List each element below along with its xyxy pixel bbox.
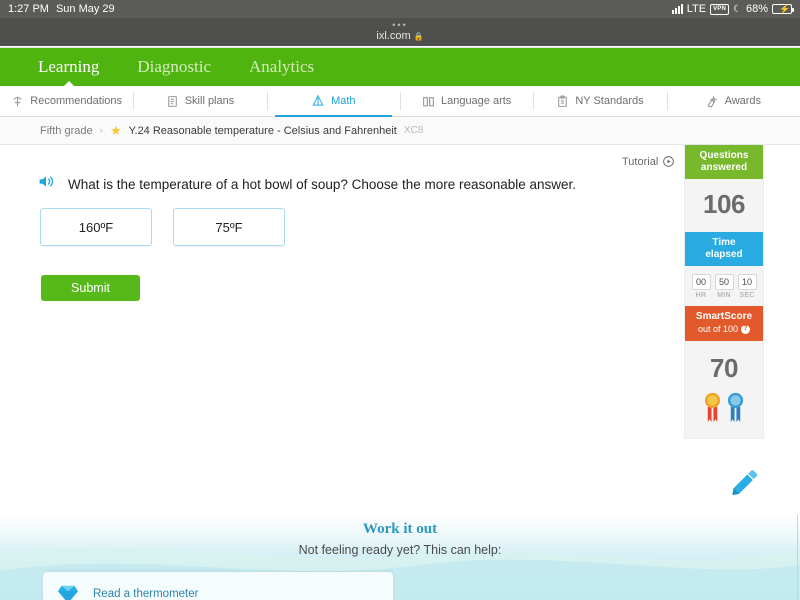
nav-item-learning[interactable]: Learning bbox=[38, 57, 99, 77]
time-elapsed-label-line2: elapsed bbox=[705, 249, 743, 260]
recommendations-icon bbox=[13, 96, 22, 106]
breadcrumb-skill-code: XC8 bbox=[403, 125, 424, 136]
tutorial-label: Tutorial bbox=[622, 155, 659, 168]
ribbon-row bbox=[685, 390, 763, 438]
speaker-icon[interactable] bbox=[36, 173, 56, 195]
breadcrumb-skill-title: Y.24 Reasonable temperature - Celsius an… bbox=[128, 124, 397, 137]
tab-language-arts[interactable]: Language arts bbox=[399, 86, 533, 116]
question-text: What is the temperature of a hot bowl of… bbox=[68, 176, 577, 192]
work-it-out-subtitle: Not feeling ready yet? This can help: bbox=[298, 543, 502, 557]
smartscore-label: SmartScore bbox=[695, 311, 753, 322]
tab-awards-label: Awards bbox=[724, 95, 762, 107]
sub-nav: Recommendations Skill plans Math Languag… bbox=[0, 86, 800, 117]
help-card[interactable]: Read a thermometer bbox=[43, 572, 393, 600]
speaker-icon-svg bbox=[39, 176, 54, 187]
timer-sec-label: SEC bbox=[739, 292, 755, 299]
play-circle-icon bbox=[663, 156, 675, 167]
gold-ribbon-icon bbox=[704, 392, 721, 423]
timer-min-value: 50 bbox=[714, 274, 734, 290]
breadcrumb-grade-link[interactable]: Fifth grade bbox=[40, 125, 93, 137]
battery-percent-label: 68% bbox=[745, 3, 768, 15]
status-time: 1:27 PM bbox=[8, 3, 49, 15]
question-mark-icon[interactable]: ? bbox=[741, 324, 751, 334]
moon-icon: ☾ bbox=[733, 3, 742, 15]
timer-block: 00 HR 50 MIN 10 SEC bbox=[685, 266, 763, 306]
timer-hr: 00 HR bbox=[691, 274, 711, 299]
smartscore-value: 70 bbox=[710, 353, 738, 383]
browser-url-bar[interactable]: ••• ixl.com 🔒 bbox=[0, 18, 800, 46]
main-nav: Learning Diagnostic Analytics bbox=[0, 48, 800, 86]
skill-plans-icon bbox=[167, 95, 177, 107]
pencil-icon[interactable] bbox=[726, 463, 766, 508]
tab-ny-standards-label: NY Standards bbox=[575, 95, 644, 107]
language-arts-icon bbox=[423, 96, 434, 106]
tab-math-label: Math bbox=[331, 95, 356, 107]
timer-sec: 10 SEC bbox=[737, 274, 757, 299]
questions-answered-label-line2: answered bbox=[700, 162, 748, 173]
timer-hr-value: 00 bbox=[691, 274, 711, 290]
tab-language-arts-label: Language arts bbox=[440, 95, 512, 107]
lock-icon: 🔒 bbox=[413, 31, 424, 41]
help-card-label: Read a thermometer bbox=[93, 587, 199, 600]
blue-ribbon-icon bbox=[727, 392, 744, 423]
diamond-icon bbox=[58, 585, 78, 600]
nav-item-analytics[interactable]: Analytics bbox=[249, 57, 314, 77]
answer-choice-1[interactable]: 160ºF bbox=[40, 208, 152, 246]
vpn-icon: VPN bbox=[710, 3, 729, 15]
awards-icon bbox=[706, 94, 718, 108]
status-bar-left: 1:27 PM Sun May 29 bbox=[8, 3, 115, 15]
url-text-row[interactable]: ixl.com 🔒 bbox=[376, 30, 423, 42]
standards-icon bbox=[558, 95, 568, 107]
answer-choices: 160ºF 75ºF bbox=[40, 208, 285, 246]
pencil-icon-svg bbox=[732, 470, 758, 495]
battery-charging-icon: ⚡ bbox=[772, 4, 794, 14]
tab-recommendations-label: Recommendations bbox=[30, 95, 123, 107]
star-icon[interactable]: ★ bbox=[110, 123, 122, 139]
tab-ny-standards[interactable]: NY Standards bbox=[533, 86, 666, 116]
tab-math[interactable]: Math bbox=[266, 86, 400, 117]
tab-recommendations[interactable]: Recommendations bbox=[0, 86, 133, 116]
time-elapsed-header: Time elapsed bbox=[685, 232, 763, 266]
question-row: What is the temperature of a hot bowl of… bbox=[36, 173, 576, 195]
math-icon bbox=[312, 94, 324, 106]
submit-button[interactable]: Submit bbox=[41, 275, 140, 301]
tab-skill-plans[interactable]: Skill plans bbox=[133, 86, 266, 116]
work-it-out-section: Work it out Not feeling ready yet? This … bbox=[0, 515, 800, 600]
smartscore-header: SmartScore out of 100 ? bbox=[685, 306, 763, 341]
work-it-out-title: Work it out bbox=[362, 521, 438, 537]
time-elapsed-label-line1: Time bbox=[712, 237, 736, 248]
signal-bars-icon bbox=[671, 4, 683, 14]
breadcrumb: Fifth grade › ★ Y.24 Reasonable temperat… bbox=[0, 117, 800, 145]
ios-status-bar: 1:27 PM Sun May 29 LTE VPN ☾ 68% ⚡ bbox=[0, 0, 800, 18]
tutorial-link[interactable]: Tutorial bbox=[622, 155, 675, 168]
nav-item-diagnostic[interactable]: Diagnostic bbox=[137, 57, 211, 77]
timer-row: 00 HR 50 MIN 10 SEC bbox=[685, 266, 763, 299]
questions-answered-label-line1: Questions bbox=[699, 150, 749, 161]
status-date: Sun May 29 bbox=[55, 3, 115, 15]
questions-answered-header: Questions answered bbox=[685, 145, 763, 179]
smartscore-sub-row: out of 100 ? bbox=[697, 323, 751, 335]
url-text: ixl.com bbox=[376, 30, 411, 42]
network-type-label: LTE bbox=[686, 3, 707, 15]
smartscore-sub: out of 100 bbox=[697, 324, 739, 334]
timer-hr-label: HR bbox=[695, 292, 707, 299]
tab-awards[interactable]: Awards bbox=[666, 86, 800, 116]
tab-skill-plans-label: Skill plans bbox=[184, 95, 235, 107]
answer-choice-2[interactable]: 75ºF bbox=[173, 208, 285, 246]
question-content-area: Tutorial What is the temperature of a ho… bbox=[0, 145, 800, 515]
scroll-edge-line bbox=[797, 515, 798, 600]
breadcrumb-separator: › bbox=[99, 125, 103, 136]
questions-answered-value: 106 bbox=[703, 189, 745, 219]
tab-overview-dots-icon[interactable]: ••• bbox=[392, 21, 407, 30]
timer-min: 50 MIN bbox=[714, 274, 734, 299]
status-bar-right: LTE VPN ☾ 68% ⚡ bbox=[671, 3, 794, 15]
score-panel: Questions answered 106 Time elapsed 00 H… bbox=[684, 145, 764, 439]
timer-sec-value: 10 bbox=[737, 274, 757, 290]
timer-min-label: MIN bbox=[717, 292, 731, 299]
